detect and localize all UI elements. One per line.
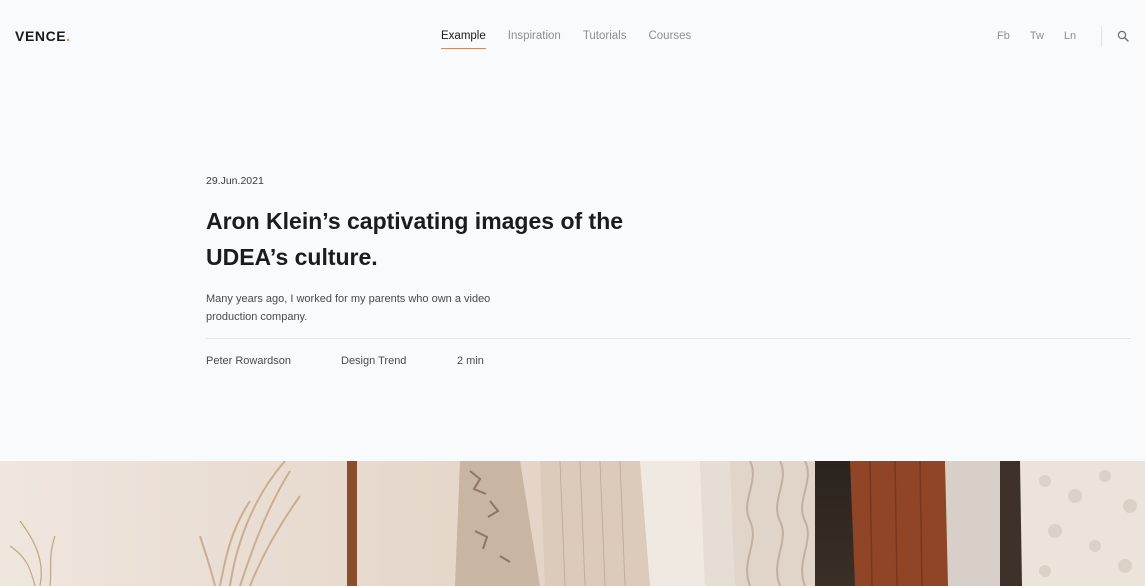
article-author[interactable]: Peter Rowardson — [206, 355, 341, 367]
hero-image — [0, 461, 1145, 586]
article-meta: Peter Rowardson Design Trend 2 min — [206, 355, 484, 367]
article-description: Many years ago, I worked for my parents … — [206, 293, 491, 323]
search-icon — [1117, 30, 1129, 42]
logo-dot: . — [66, 28, 71, 44]
article-date: 29.Jun.2021 — [206, 175, 264, 187]
nav-item-tutorials[interactable]: Tutorials — [583, 30, 627, 46]
social-links: Fb Tw Ln — [997, 30, 1076, 42]
nav-item-courses[interactable]: Courses — [648, 30, 691, 46]
page: VENCE. Example Inspiration Tutorials Cou… — [0, 0, 1145, 586]
logo-text: VENCE — [15, 28, 67, 44]
search-button[interactable] — [1117, 29, 1131, 43]
header-divider — [1101, 26, 1102, 47]
nav-item-example[interactable]: Example — [441, 30, 486, 49]
main-nav: Example Inspiration Tutorials Courses — [441, 30, 691, 49]
article-title: Aron Klein’s captivating images of the U… — [206, 208, 624, 270]
article-read-time: 2 min — [457, 355, 484, 367]
divider — [206, 338, 1131, 339]
article-category[interactable]: Design Trend — [341, 355, 457, 367]
nav-item-inspiration[interactable]: Inspiration — [508, 30, 561, 46]
hero-photo-clothing-rack — [0, 461, 1145, 586]
social-link-twitter[interactable]: Tw — [1030, 30, 1044, 42]
site-header: VENCE. Example Inspiration Tutorials Cou… — [0, 0, 1145, 74]
social-link-facebook[interactable]: Fb — [997, 30, 1010, 42]
social-link-linkedin[interactable]: Ln — [1064, 30, 1076, 42]
logo[interactable]: VENCE. — [15, 28, 71, 44]
